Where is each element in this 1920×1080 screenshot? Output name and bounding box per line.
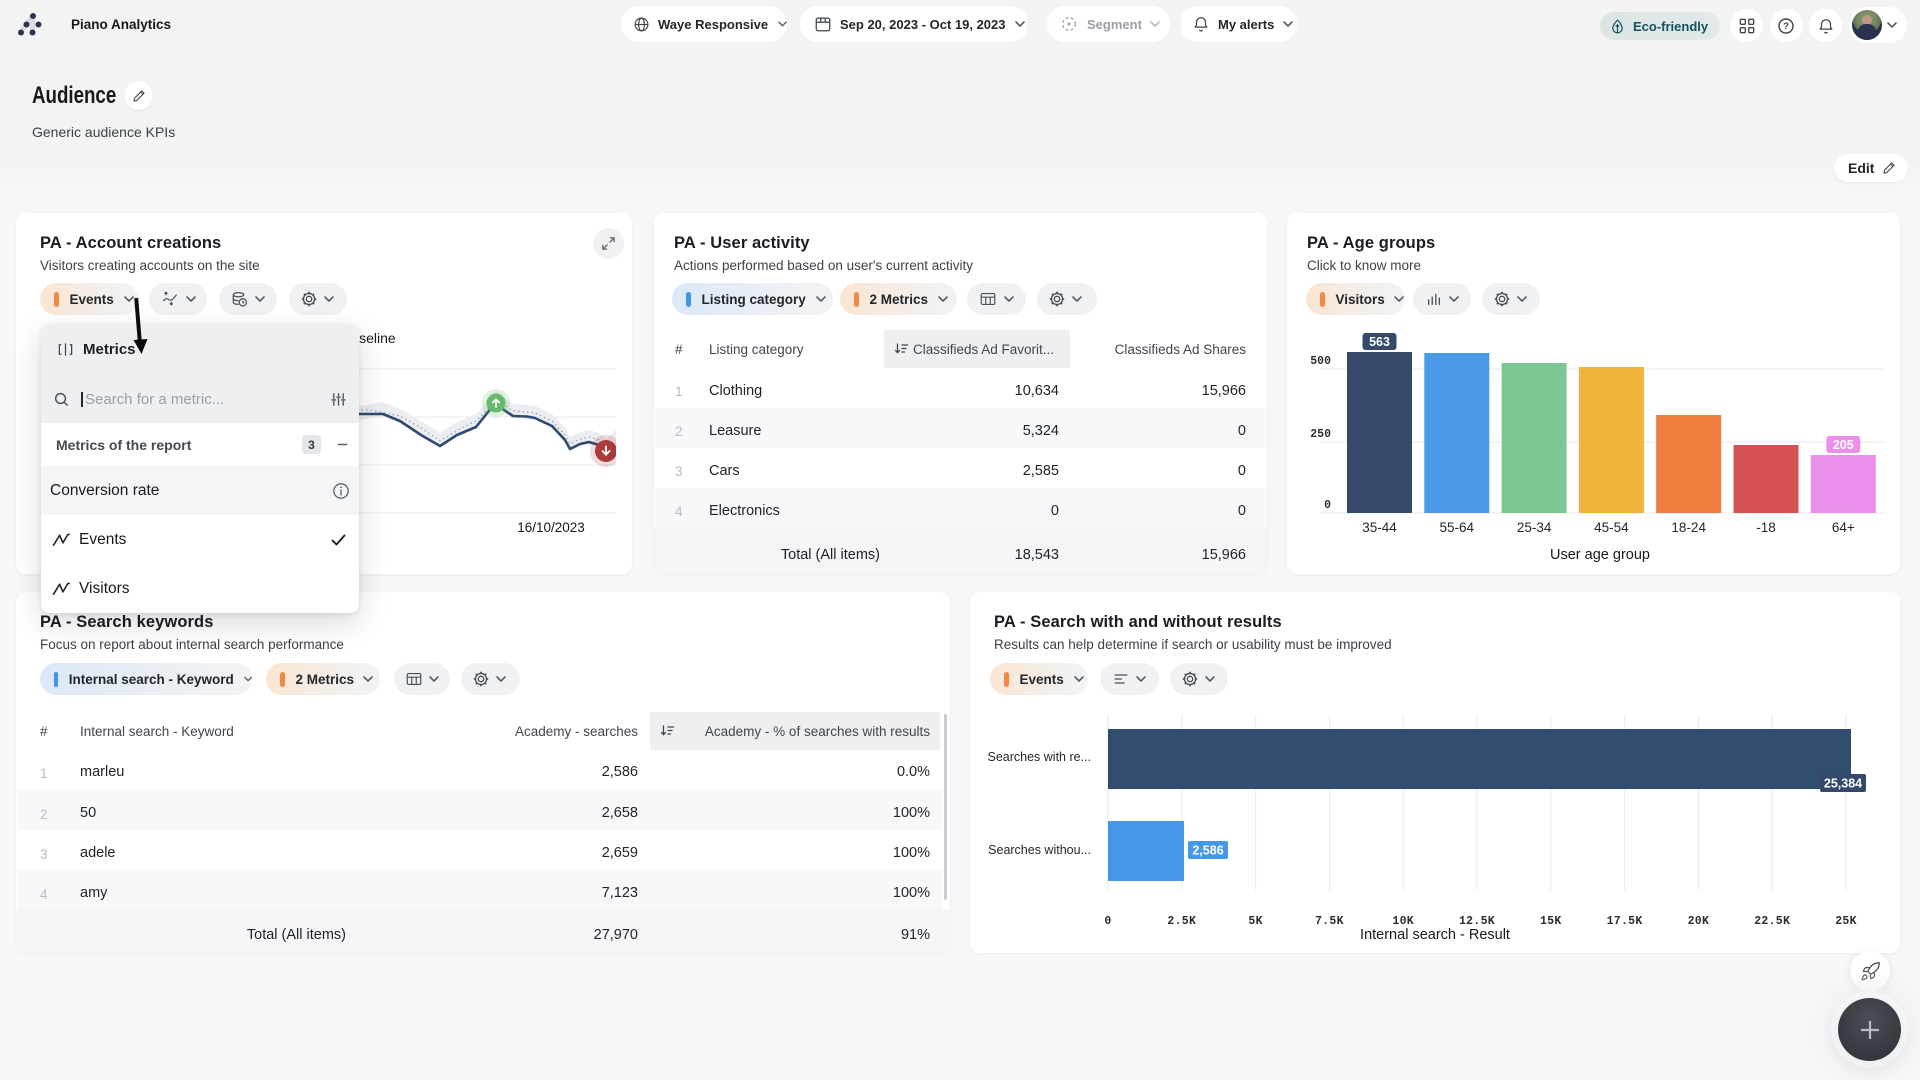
svg-text:7.5K: 7.5K [1315, 915, 1344, 928]
svg-text:-18: -18 [1756, 520, 1776, 535]
svg-text:0: 0 [1324, 499, 1331, 512]
svg-text:User age group: User age group [1550, 547, 1650, 563]
svg-text:20K: 20K [1688, 915, 1710, 928]
svg-text:205: 205 [1833, 438, 1854, 452]
svg-text:0: 0 [1104, 915, 1111, 928]
svg-text:25-34: 25-34 [1517, 520, 1552, 535]
svg-text:18-24: 18-24 [1671, 520, 1706, 535]
svg-text:?: ? [1783, 21, 1789, 32]
svg-text:250: 250 [1310, 428, 1331, 441]
svg-text:17.5K: 17.5K [1607, 915, 1643, 928]
svg-text:Searches with re...: Searches with re... [987, 750, 1091, 764]
svg-text:22.5K: 22.5K [1754, 915, 1790, 928]
svg-text:500: 500 [1310, 355, 1331, 368]
svg-text:64+: 64+ [1832, 520, 1855, 535]
svg-text:15K: 15K [1540, 915, 1562, 928]
svg-text:Searches withou...: Searches withou... [988, 843, 1091, 857]
svg-text:25K: 25K [1835, 915, 1857, 928]
svg-text:5K: 5K [1248, 915, 1262, 928]
svg-text:2.5K: 2.5K [1167, 915, 1196, 928]
svg-text:25,384: 25,384 [1824, 777, 1862, 791]
svg-text:35-44: 35-44 [1362, 520, 1397, 535]
svg-text:563: 563 [1369, 335, 1390, 349]
svg-text:2,586: 2,586 [1192, 844, 1223, 858]
svg-text:Internal search - Result: Internal search - Result [1360, 927, 1510, 943]
svg-text:45-54: 45-54 [1594, 520, 1629, 535]
svg-text:55-64: 55-64 [1440, 520, 1475, 535]
